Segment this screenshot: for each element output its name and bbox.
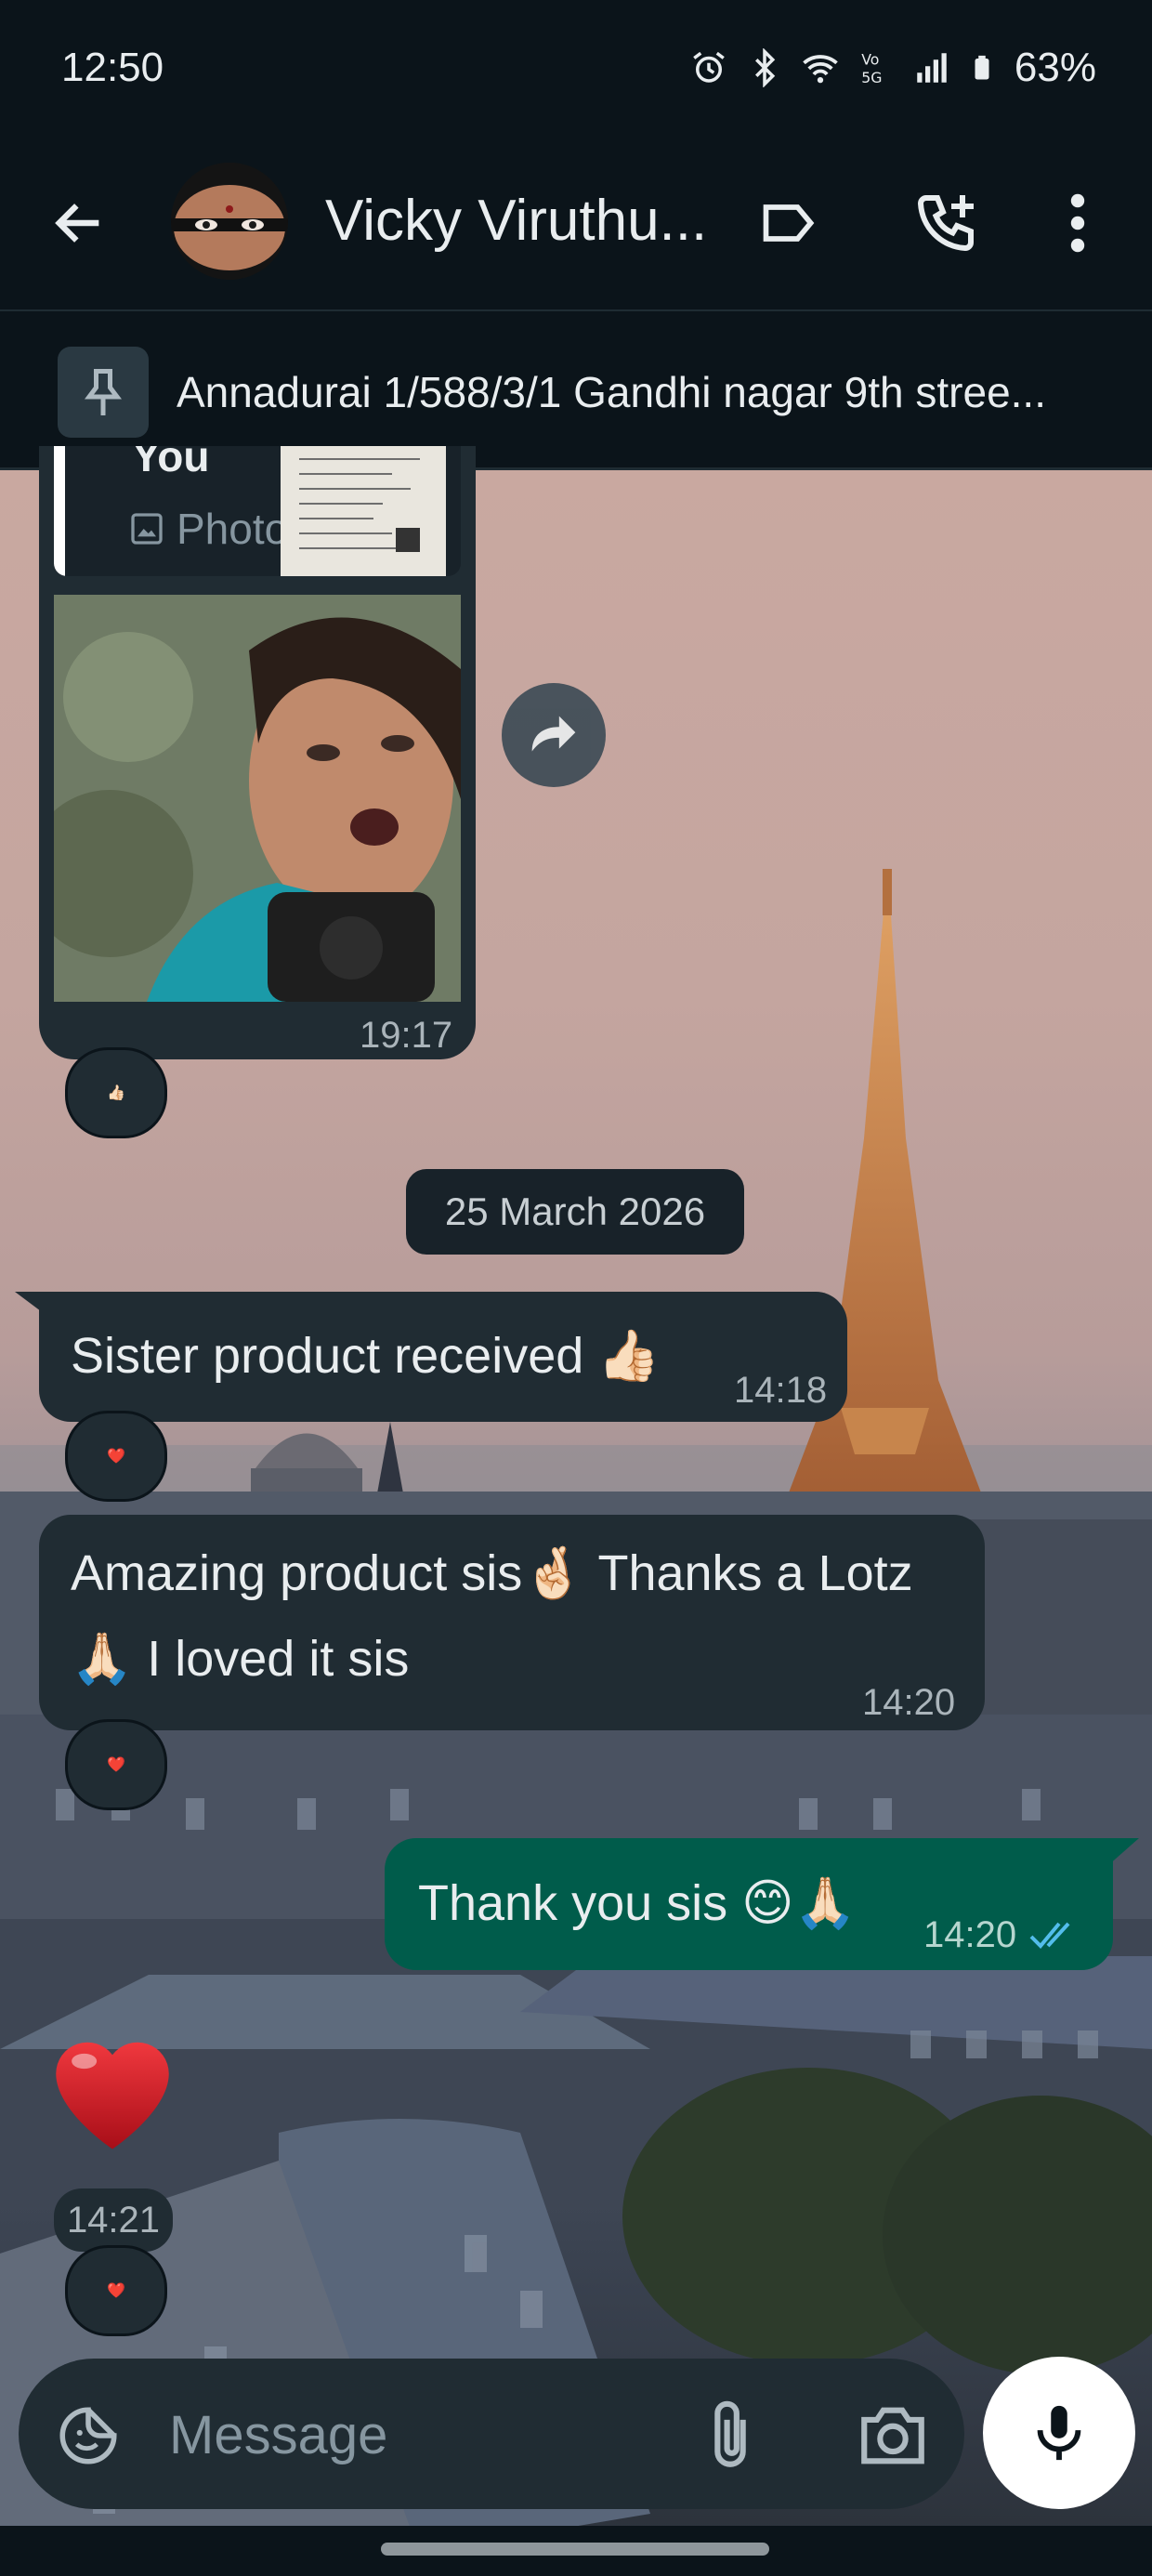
quote-type-label: Photo [177, 505, 289, 553]
volte-5g-icon: Vo5G [861, 51, 882, 86]
add-call-button[interactable] [901, 181, 989, 265]
sticker-emoji-icon[interactable] [54, 2401, 123, 2470]
label-button[interactable] [748, 186, 831, 260]
incoming-message-bubble[interactable]: Sister product received 👍🏻 14:18 [39, 1292, 847, 1422]
message-input[interactable] [169, 2396, 689, 2474]
reaction-badge[interactable]: ❤️ [65, 1411, 167, 1502]
pinned-message-text: Annadurai 1/588/3/1 Gandhi nagar 9th str… [177, 368, 1046, 416]
status-icons: Vo 5G 63% [689, 45, 1096, 91]
more-vert-icon [1070, 193, 1085, 253]
double-check-icon [1029, 1922, 1070, 1949]
chat-header: Vicky Viruthu... [0, 139, 1152, 311]
reaction-badge[interactable]: ❤️ [65, 2245, 167, 2336]
quoted-message[interactable]: You Photo [54, 446, 461, 576]
status-time: 12:50 [61, 45, 164, 90]
bluetooth-icon [754, 48, 776, 87]
bubble-tail [15, 1292, 52, 1320]
sticker-time: 14:21 [54, 2188, 173, 2252]
outgoing-message-bubble[interactable]: Thank you sis 😊🙏🏻 14:20 [385, 1838, 1113, 1970]
label-icon [763, 204, 815, 242]
signal-icon [917, 53, 947, 83]
more-options-button[interactable] [1050, 181, 1106, 265]
photo-image [54, 595, 461, 1002]
message-time: 14:20 [862, 1682, 956, 1723]
back-button[interactable] [37, 191, 121, 256]
svg-text:5G: 5G [861, 69, 882, 86]
message-text-line2: 🙏🏻 I loved it sis [71, 1631, 410, 1687]
home-gesture-handle[interactable] [381, 2543, 769, 2556]
forward-icon [531, 716, 576, 752]
contact-name[interactable]: Vicky Viruthu... [325, 188, 707, 254]
date-divider: 25 March 2026 [406, 1169, 744, 1255]
quote-thumbnail [281, 446, 446, 576]
camera-icon[interactable] [855, 2398, 931, 2474]
forward-button[interactable] [502, 683, 606, 787]
attach-icon[interactable] [701, 2398, 759, 2474]
add-call-icon [917, 195, 974, 252]
message-composer [19, 2359, 964, 2509]
battery-percentage: 63% [1014, 45, 1096, 90]
microphone-icon [1037, 2405, 1081, 2461]
photo-icon [131, 513, 163, 545]
address-label-thumbnail [299, 458, 420, 552]
contact-avatar[interactable] [171, 163, 288, 280]
reaction-badge[interactable]: 👍🏻 [65, 1047, 167, 1138]
quote-author: You [132, 446, 210, 480]
alarm-icon [693, 51, 725, 83]
voice-message-button[interactable] [983, 2357, 1135, 2509]
message-time: 14:20 [923, 1914, 1017, 1955]
status-bar: 12:50 Vo 5G 63% [0, 0, 1152, 139]
quote-bar [54, 446, 65, 576]
battery-icon [975, 55, 989, 80]
message-text-line1: Amazing product sis🤞🏻 Thanks a Lotz [71, 1545, 913, 1601]
avatar-image [171, 163, 288, 280]
message-text: Sister product received 👍🏻 [71, 1328, 661, 1384]
svg-text:Vo: Vo [861, 51, 879, 69]
back-arrow-icon [55, 204, 99, 243]
wifi-icon [803, 55, 838, 84]
photo-message-bubble[interactable]: You Photo 19:17 [39, 446, 476, 1059]
quote-type: Photo [128, 504, 288, 554]
message-text: Thank you sis 😊🙏🏻 [418, 1875, 857, 1931]
incoming-message-bubble[interactable]: Amazing product sis🤞🏻 Thanks a Lotz 🙏🏻 I… [39, 1515, 985, 1730]
pin-icon [85, 369, 122, 415]
heart-sticker[interactable] [37, 2017, 188, 2156]
bubble-tail [1107, 1838, 1139, 1866]
message-time: 14:18 [734, 1370, 828, 1411]
message-photo[interactable] [54, 595, 461, 1002]
message-time: 19:17 [360, 1015, 453, 1056]
pin-icon-box [58, 347, 149, 438]
reaction-badge[interactable]: ❤️ [65, 1719, 167, 1810]
